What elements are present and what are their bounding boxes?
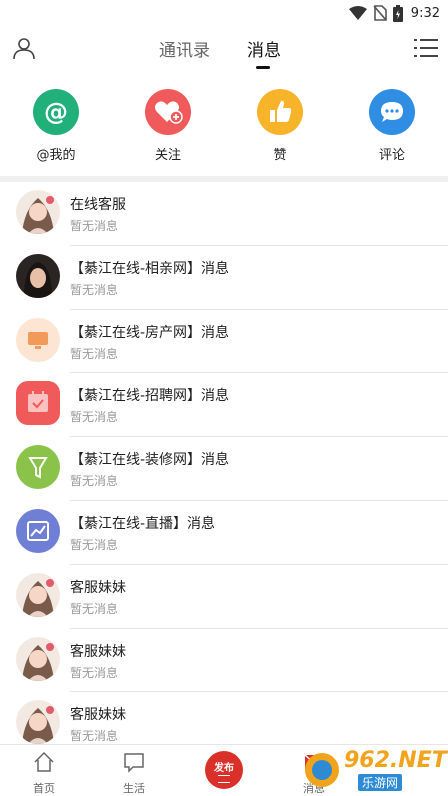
list-item-title: 在线客服 [70, 197, 126, 213]
list-item-subtitle: 暂无消息 [70, 474, 119, 489]
quick-action-mentions[interactable]: @ @我的 [16, 89, 96, 163]
list-item-title: 客服妹妹 [70, 707, 126, 724]
list-item-subtitle: 暂无消息 [70, 729, 119, 744]
quick-action-label: 评论 [378, 148, 405, 163]
tab-bar: 通讯录 消息 [0, 26, 448, 74]
chart-icon [16, 508, 60, 553]
watermark-emblem-icon [305, 753, 339, 787]
tab-contacts[interactable]: 通讯录 [159, 36, 210, 61]
comment-icon [369, 89, 415, 135]
list-item-title: 客服妹妹 [70, 643, 126, 660]
list-item-subtitle: 暂无消息 [70, 537, 119, 552]
no-sim-icon [373, 5, 387, 21]
list-item-subtitle: 暂无消息 [70, 410, 119, 425]
nav-home[interactable]: 首页 [14, 751, 74, 796]
list-item[interactable]: 客服妹妹 暂无消息 [0, 565, 448, 629]
avatar [16, 253, 60, 298]
watermark-text: 962.NET [344, 748, 447, 773]
list-item[interactable]: 客服妹妹 暂无消息 [0, 629, 448, 693]
quick-action-comment[interactable]: 评论 [352, 89, 432, 163]
publish-lines-icon [218, 775, 230, 783]
list-item-subtitle: 暂无消息 [70, 601, 119, 616]
list-item[interactable]: 【綦江在线-房产网】消息 暂无消息 [0, 310, 448, 374]
tab-active-indicator [256, 66, 270, 69]
menu-icon[interactable] [414, 36, 438, 60]
avatar [16, 190, 60, 234]
status-icons: 9:32 [348, 4, 440, 22]
list-item-title: 【綦江在线-装修网】消息 [70, 452, 230, 469]
list-item[interactable]: 【綦江在线-相亲网】消息 暂无消息 [0, 246, 448, 310]
nav-life-label: 生活 [123, 782, 145, 795]
quick-action-label: @我的 [36, 148, 76, 163]
list-item-title: 【綦江在线-招聘网】消息 [70, 388, 230, 405]
list-item-subtitle: 暂无消息 [70, 346, 119, 361]
avatar [16, 636, 60, 681]
home-icon [34, 751, 54, 772]
quick-action-follow[interactable]: 关注 [128, 89, 208, 163]
calendar-check-icon [16, 381, 60, 426]
battery-icon [392, 4, 403, 22]
list-item[interactable]: 在线客服 暂无消息 [0, 182, 448, 246]
status-time: 9:32 [410, 5, 440, 21]
avatar [16, 572, 60, 617]
quick-action-like[interactable]: 赞 [240, 89, 320, 163]
chat-bubble-icon [124, 753, 144, 773]
message-list: 在线客服 暂无消息 【綦江在线-相亲网】消息 暂无消息 【綦江在线-房产网】消息… [0, 182, 448, 744]
header: 通讯录 消息 [0, 26, 448, 74]
list-item[interactable]: 客服妹妹 暂无消息 [0, 692, 448, 744]
list-item-subtitle: 暂无消息 [70, 665, 119, 680]
list-item[interactable]: 【綦江在线-装修网】消息 暂无消息 [0, 437, 448, 501]
quick-actions: @ @我的 关注 赞 评论 [0, 82, 448, 174]
nav-home-label: 首页 [33, 782, 55, 795]
at-icon: @ [33, 89, 79, 135]
thumbs-up-icon [257, 89, 303, 135]
funnel-icon [16, 445, 60, 490]
wifi-icon [348, 6, 367, 20]
list-item-title: 【綦江在线-直播】消息 [70, 515, 216, 532]
quick-action-label: 关注 [154, 148, 181, 163]
status-bar: 9:32 [0, 0, 448, 26]
svg-text:@: @ [44, 98, 68, 126]
heart-plus-icon [145, 89, 191, 135]
quick-action-label: 赞 [273, 148, 287, 163]
list-item[interactable]: 【綦江在线-直播】消息 暂无消息 [0, 501, 448, 565]
monitor-icon [16, 317, 60, 362]
watermark-subtext: 乐游网 [358, 774, 403, 791]
list-item[interactable]: 【綦江在线-招聘网】消息 暂无消息 [0, 373, 448, 438]
list-item-subtitle: 暂无消息 [70, 282, 119, 297]
list-item-title: 【綦江在线-房产网】消息 [70, 324, 230, 341]
publish-label: 发布 [214, 763, 234, 774]
publish-button[interactable]: 发布 [205, 751, 243, 789]
list-item-subtitle: 暂无消息 [70, 219, 119, 233]
list-item-title: 【綦江在线-相亲网】消息 [70, 260, 230, 277]
avatar [16, 700, 60, 744]
list-item-title: 客服妹妹 [70, 579, 126, 596]
tab-messages[interactable]: 消息 [247, 36, 281, 61]
watermark-logo: 962.NET 乐游网 [302, 748, 447, 791]
nav-life[interactable]: 生活 [104, 751, 164, 796]
